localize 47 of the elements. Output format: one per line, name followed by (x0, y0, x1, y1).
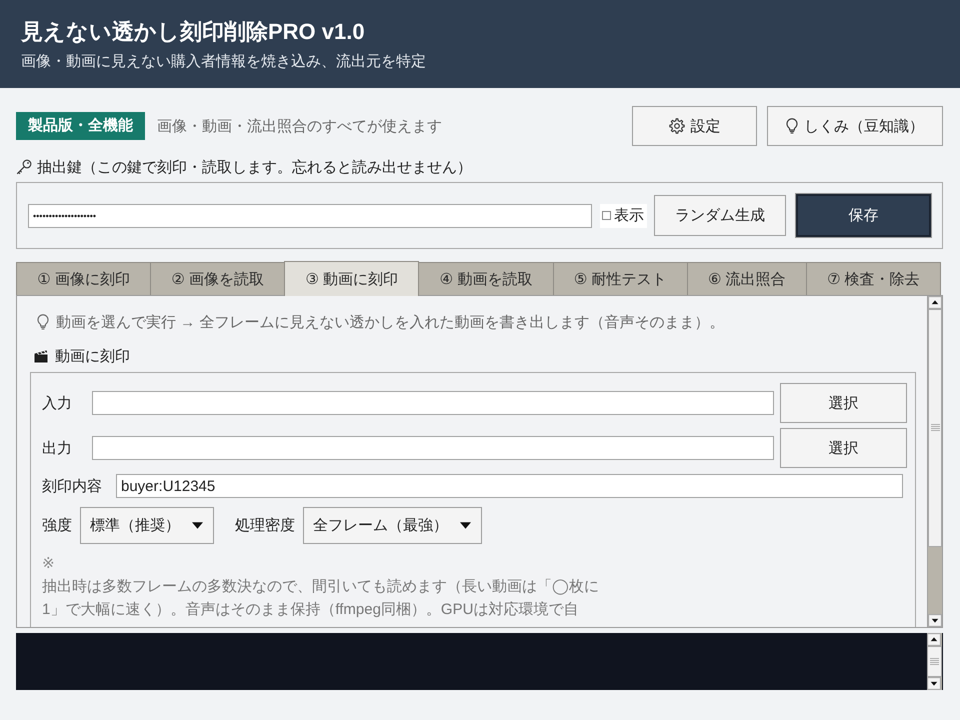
choose-button[interactable]: 選択 (780, 428, 907, 468)
note-text: 抽出時は多数フレームの多数決なので、間引いても読めます（長い動画は「◯枚に1」で大幅に速く）。音声はそのまま保持（ffmpeg同梱）。GPUは対応環境で自 (42, 577, 600, 620)
choose-button[interactable]: 選択 (780, 383, 907, 423)
license-badge: 製品版・全機能 (16, 112, 145, 140)
lightbulb-icon (37, 314, 49, 330)
tab[interactable]: ⑥ 流出照合 (686, 262, 807, 295)
field-label: 処理密度 (235, 516, 295, 535)
field-label: 入力 (42, 394, 73, 412)
caret-icon (192, 522, 203, 529)
gear-icon (668, 118, 684, 134)
scrollbar[interactable] (927, 633, 942, 690)
tab[interactable]: ⑤ 耐性テスト (552, 262, 688, 295)
license-note: 画像・動画・流出照合のすべてが使えます (157, 116, 442, 136)
app-title: 見えない透かし刻印削除PRO v1.0 (21, 18, 366, 46)
lightbulb-icon (786, 118, 798, 134)
grip-icon (930, 424, 940, 432)
path-field[interactable] (92, 391, 774, 415)
app-subtitle: 画像・動画に見えない購入者情報を焼き込み、流出元を特定 (21, 52, 427, 72)
key-field[interactable]: •••••••••••••••••••• (28, 204, 592, 228)
grip-icon (930, 658, 939, 666)
scrollbar-thumb[interactable] (927, 646, 942, 677)
section-title: 動画に刻印 (55, 346, 130, 366)
field-label: 出力 (42, 438, 73, 458)
key-icon (16, 159, 32, 175)
tips-button[interactable]: しくみ（豆知識） (767, 106, 943, 146)
clapperboard-icon (34, 350, 48, 362)
tab[interactable]: ③ 動画に刻印 (284, 261, 420, 296)
path-field[interactable] (92, 436, 774, 460)
tab[interactable]: ② 画像を読取 (150, 262, 286, 295)
dropdown[interactable]: 全フレーム（最強） (303, 507, 482, 544)
field-label: 強度 (42, 516, 72, 535)
show-checkbox[interactable]: 表示 (600, 204, 647, 228)
scrollbar-thumb[interactable] (928, 309, 942, 547)
scrollbar[interactable] (927, 296, 942, 627)
tip-text: 動画を選んで実行 → 全フレームに見えない透かしを入れた動画を書き出します（音声そのまま）。 (56, 312, 724, 332)
text-field[interactable]: buyer:U12345 (116, 474, 903, 498)
settings-button[interactable]: 設定 (632, 106, 757, 146)
key-label: 抽出鍵（この鍵で刻印・読取します。忘れると読み出せません） (37, 158, 472, 176)
generate-button[interactable]: ランダム生成 (654, 195, 786, 236)
tab[interactable]: ④ 動画を読取 (418, 262, 554, 295)
note-mark: ※ (42, 554, 55, 574)
field-label: 刻印内容 (42, 476, 103, 496)
tab[interactable]: ① 画像に刻印 (16, 262, 152, 295)
dropdown[interactable]: 標準（推奨） (80, 507, 214, 544)
save-button[interactable]: 保存 (796, 194, 931, 237)
caret-icon (460, 522, 471, 529)
tab[interactable]: ⑦ 検査・除去 (806, 262, 941, 295)
